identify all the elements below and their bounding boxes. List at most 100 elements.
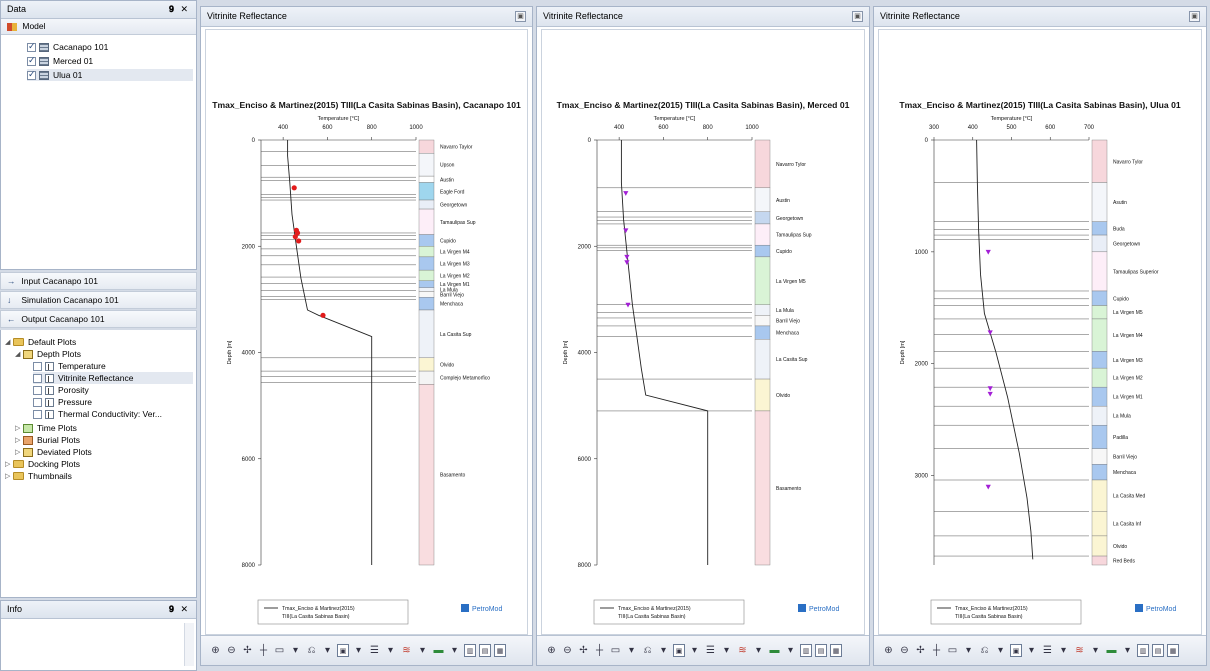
columns-icon[interactable]: ▥ <box>464 644 476 657</box>
pan-icon[interactable]: ✢ <box>914 644 927 657</box>
data-pane-controls[interactable]: 𝟗 ✕ <box>169 4 190 15</box>
undo-icon[interactable]: ⎌ <box>641 644 654 657</box>
zoom-in-icon[interactable]: ⊕ <box>545 644 558 657</box>
tree-burial-plots[interactable]: ▷ Burial Plots <box>15 434 80 446</box>
expand-icon[interactable]: ▷ <box>15 448 23 456</box>
dropdown-icon[interactable]: ▾ <box>1121 644 1134 657</box>
expand-icon[interactable]: ▷ <box>5 472 13 480</box>
output-nav[interactable]: ← Output Cacanapo 101 <box>0 310 197 328</box>
zoom-in-icon[interactable]: ⊕ <box>882 644 895 657</box>
rectangle-select-icon[interactable]: ▭ <box>946 644 959 657</box>
table-view-icon[interactable]: ▦ <box>1167 644 1179 657</box>
vitrinite-checkbox[interactable] <box>33 373 42 383</box>
zoom-out-icon[interactable]: ⊖ <box>225 644 238 657</box>
dropdown-icon[interactable]: ▾ <box>688 644 701 657</box>
info-scrollbar[interactable] <box>184 623 194 666</box>
tree-thumbnails[interactable]: ▷ Thumbnails <box>5 470 72 482</box>
input-nav[interactable]: → Input Cacanapo 101 <box>0 272 197 290</box>
layers-icon[interactable]: ☰ <box>368 644 381 657</box>
window-restore-button[interactable]: ▣ <box>852 11 863 22</box>
zoom-out-icon[interactable]: ⊖ <box>561 644 574 657</box>
dropdown-icon[interactable]: ▾ <box>784 644 797 657</box>
cacanapo-checkbox[interactable] <box>27 41 36 52</box>
plot-icon <box>45 397 54 407</box>
tree-depth-plots[interactable]: ◢ Depth Plots <box>15 348 81 360</box>
dropdown-icon[interactable]: ▾ <box>352 644 365 657</box>
dropdown-icon[interactable]: ▾ <box>752 644 765 657</box>
color-icon[interactable]: ▬ <box>1105 644 1118 657</box>
crosshair-icon[interactable]: ┼ <box>257 644 270 657</box>
pattern-icon[interactable]: ≋ <box>736 644 749 657</box>
tree-deviated-plots[interactable]: ▷ Deviated Plots <box>15 446 92 458</box>
color-icon[interactable]: ▬ <box>432 644 445 657</box>
dropdown-icon[interactable]: ▾ <box>1025 644 1038 657</box>
plot-icon <box>45 409 54 419</box>
table-view-icon[interactable]: ▦ <box>830 644 842 657</box>
ulua-checkbox[interactable] <box>27 69 36 80</box>
undo-icon[interactable]: ⎌ <box>305 644 318 657</box>
model-item-merced[interactable]: Merced 01 <box>27 55 93 67</box>
rectangle-select-icon[interactable]: ▭ <box>273 644 286 657</box>
porosity-checkbox[interactable] <box>33 385 42 395</box>
pattern-icon[interactable]: ≋ <box>1073 644 1086 657</box>
crosshair-icon[interactable]: ┼ <box>593 644 606 657</box>
dropdown-icon[interactable]: ▾ <box>384 644 397 657</box>
dropdown-icon[interactable]: ▾ <box>1089 644 1102 657</box>
tree-item-porosity[interactable]: Porosity <box>33 384 89 396</box>
color-icon[interactable]: ▬ <box>768 644 781 657</box>
dropdown-icon[interactable]: ▾ <box>448 644 461 657</box>
columns-icon[interactable]: ▥ <box>1137 644 1149 657</box>
expand-icon[interactable]: ▷ <box>5 460 13 468</box>
temperature-checkbox[interactable] <box>33 361 42 371</box>
dropdown-icon[interactable]: ▾ <box>720 644 733 657</box>
layers-icon[interactable]: ☰ <box>1041 644 1054 657</box>
grid-toggle-icon[interactable]: ▣ <box>673 644 685 657</box>
tree-item-vitrinite[interactable]: Vitrinite Reflectance <box>33 372 193 384</box>
tree-default-plots[interactable]: ◢ Default Plots <box>5 336 76 348</box>
pressure-checkbox[interactable] <box>33 397 42 407</box>
tree-item-pressure[interactable]: Pressure <box>33 396 92 408</box>
dropdown-icon[interactable]: ▾ <box>321 644 334 657</box>
dropdown-icon[interactable]: ▾ <box>657 644 670 657</box>
layers-icon[interactable]: ☰ <box>704 644 717 657</box>
pan-icon[interactable]: ✢ <box>577 644 590 657</box>
expand-icon[interactable]: ▷ <box>15 436 23 444</box>
collapse-icon[interactable]: ◢ <box>5 338 13 346</box>
model-item-ulua[interactable]: Ulua 01 <box>27 69 193 81</box>
plot-group-icon <box>23 447 33 457</box>
zoom-in-icon[interactable]: ⊕ <box>209 644 222 657</box>
rows-icon[interactable]: ▤ <box>479 644 491 657</box>
dropdown-icon[interactable]: ▾ <box>994 644 1007 657</box>
pattern-icon[interactable]: ≋ <box>400 644 413 657</box>
dropdown-icon[interactable]: ▾ <box>289 644 302 657</box>
collapse-icon[interactable]: ◢ <box>15 350 23 358</box>
rectangle-select-icon[interactable]: ▭ <box>609 644 622 657</box>
tree-item-thermal[interactable]: Thermal Conductivity: Ver... <box>33 408 162 420</box>
zoom-out-icon[interactable]: ⊖ <box>898 644 911 657</box>
dropdown-icon[interactable]: ▾ <box>416 644 429 657</box>
rows-icon[interactable]: ▤ <box>1152 644 1164 657</box>
tree-time-plots[interactable]: ▷ Time Plots <box>15 422 77 434</box>
grid-toggle-icon[interactable]: ▣ <box>337 644 349 657</box>
info-pane-controls[interactable]: 𝟗 ✕ <box>169 604 190 615</box>
table-view-icon[interactable]: ▦ <box>494 644 506 657</box>
simulation-nav[interactable]: ↓ Simulation Cacanapo 101 <box>0 291 197 309</box>
undo-icon[interactable]: ⎌ <box>978 644 991 657</box>
tree-item-temperature[interactable]: Temperature <box>33 360 106 372</box>
merced-checkbox[interactable] <box>27 55 36 66</box>
tree-docking-plots[interactable]: ▷ Docking Plots <box>5 458 80 470</box>
grid-toggle-icon[interactable]: ▣ <box>1010 644 1022 657</box>
expand-icon[interactable]: ▷ <box>15 424 23 432</box>
window-restore-button[interactable]: ▣ <box>515 11 526 22</box>
rows-icon[interactable]: ▤ <box>815 644 827 657</box>
dropdown-icon[interactable]: ▾ <box>625 644 638 657</box>
model-item-cacanapo[interactable]: Cacanapo 101 <box>27 41 108 53</box>
thermal-checkbox[interactable] <box>33 409 42 419</box>
window-restore-button[interactable]: ▣ <box>1189 11 1200 22</box>
model-header[interactable]: Model <box>1 19 196 35</box>
columns-icon[interactable]: ▥ <box>800 644 812 657</box>
dropdown-icon[interactable]: ▾ <box>1057 644 1070 657</box>
pan-icon[interactable]: ✢ <box>241 644 254 657</box>
dropdown-icon[interactable]: ▾ <box>962 644 975 657</box>
crosshair-icon[interactable]: ┼ <box>930 644 943 657</box>
